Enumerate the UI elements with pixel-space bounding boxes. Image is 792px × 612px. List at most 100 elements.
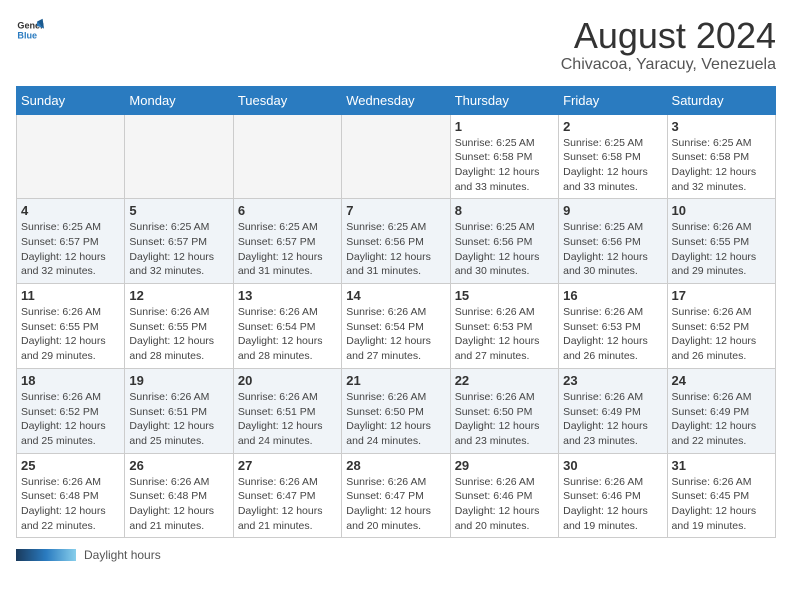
calendar-day-cell: 28 Sunrise: 6:26 AMSunset: 6:47 PMDayligh… xyxy=(342,453,450,538)
day-info: Sunrise: 6:26 AMSunset: 6:48 PMDaylight:… xyxy=(129,475,228,534)
day-number: 22 xyxy=(455,373,554,388)
day-info: Sunrise: 6:25 AMSunset: 6:56 PMDaylight:… xyxy=(563,220,662,279)
svg-text:Blue: Blue xyxy=(17,30,37,40)
day-number: 16 xyxy=(563,288,662,303)
subtitle: Chivacoa, Yaracuy, Venezuela xyxy=(561,56,776,74)
day-info: Sunrise: 6:26 AMSunset: 6:54 PMDaylight:… xyxy=(346,305,445,364)
day-number: 14 xyxy=(346,288,445,303)
calendar-day-cell: 9 Sunrise: 6:25 AMSunset: 6:56 PMDaylight… xyxy=(559,199,667,284)
calendar-day-cell: 12 Sunrise: 6:26 AMSunset: 6:55 PMDayligh… xyxy=(125,284,233,369)
day-number: 7 xyxy=(346,203,445,218)
calendar-day-header: Saturday xyxy=(667,86,775,114)
day-info: Sunrise: 6:26 AMSunset: 6:51 PMDaylight:… xyxy=(238,390,337,449)
calendar-day-cell: 20 Sunrise: 6:26 AMSunset: 6:51 PMDayligh… xyxy=(233,368,341,453)
calendar-day-cell: 21Sunrise: 6:26 AMSunset: 6:50 PMDayligh… xyxy=(342,368,450,453)
day-number: 11 xyxy=(21,288,120,303)
calendar-day-cell xyxy=(125,114,233,199)
day-number: 15 xyxy=(455,288,554,303)
day-info: Sunrise: 6:25 AMSunset: 6:57 PMDaylight:… xyxy=(238,220,337,279)
day-number: 23 xyxy=(563,373,662,388)
calendar-day-header: Wednesday xyxy=(342,86,450,114)
day-info: Sunrise: 6:26 AMSunset: 6:48 PMDaylight:… xyxy=(21,475,120,534)
day-info: Sunrise: 6:26 AMSunset: 6:52 PMDaylight:… xyxy=(672,305,771,364)
calendar-day-cell: 29Sunrise: 6:26 AMSunset: 6:46 PMDayligh… xyxy=(450,453,558,538)
day-number: 17 xyxy=(672,288,771,303)
day-info: Sunrise: 6:26 AMSunset: 6:52 PMDaylight:… xyxy=(21,390,120,449)
daylight-bar xyxy=(16,549,76,561)
day-info: Sunrise: 6:26 AMSunset: 6:51 PMDaylight:… xyxy=(129,390,228,449)
footer: Daylight hours xyxy=(16,548,776,562)
day-info: Sunrise: 6:26 AMSunset: 6:54 PMDaylight:… xyxy=(238,305,337,364)
calendar-day-header: Monday xyxy=(125,86,233,114)
day-number: 9 xyxy=(563,203,662,218)
day-number: 13 xyxy=(238,288,337,303)
day-number: 4 xyxy=(21,203,120,218)
header: General Blue August 2024 Chivacoa, Yarac… xyxy=(16,16,776,74)
calendar-day-cell: 25Sunrise: 6:26 AMSunset: 6:48 PMDayligh… xyxy=(17,453,125,538)
day-info: Sunrise: 6:26 AMSunset: 6:50 PMDaylight:… xyxy=(455,390,554,449)
calendar-day-cell: 4 Sunrise: 6:25 AMSunset: 6:57 PMDaylight… xyxy=(17,199,125,284)
logo: General Blue xyxy=(16,16,44,44)
day-info: Sunrise: 6:26 AMSunset: 6:53 PMDaylight:… xyxy=(455,305,554,364)
calendar-day-header: Friday xyxy=(559,86,667,114)
calendar-day-cell: 22 Sunrise: 6:26 AMSunset: 6:50 PMDayligh… xyxy=(450,368,558,453)
day-info: Sunrise: 6:25 AMSunset: 6:58 PMDaylight:… xyxy=(563,136,662,195)
day-number: 6 xyxy=(238,203,337,218)
calendar-day-cell: 14 Sunrise: 6:26 AMSunset: 6:54 PMDayligh… xyxy=(342,284,450,369)
calendar-week-row: 11 Sunrise: 6:26 AMSunset: 6:55 PMDayligh… xyxy=(17,284,776,369)
day-info: Sunrise: 6:25 AMSunset: 6:56 PMDaylight:… xyxy=(346,220,445,279)
day-info: Sunrise: 6:25 AMSunset: 6:57 PMDaylight:… xyxy=(129,220,228,279)
calendar-day-cell: 17 Sunrise: 6:26 AMSunset: 6:52 PMDayligh… xyxy=(667,284,775,369)
calendar-day-cell: 26Sunrise: 6:26 AMSunset: 6:48 PMDayligh… xyxy=(125,453,233,538)
calendar-day-cell: 13 Sunrise: 6:26 AMSunset: 6:54 PMDayligh… xyxy=(233,284,341,369)
calendar-day-header: Sunday xyxy=(17,86,125,114)
calendar-day-header: Tuesday xyxy=(233,86,341,114)
day-info: Sunrise: 6:26 AMSunset: 6:50 PMDaylight:… xyxy=(346,390,445,449)
day-info: Sunrise: 6:25 AMSunset: 6:58 PMDaylight:… xyxy=(672,136,771,195)
day-number: 27 xyxy=(238,458,337,473)
day-info: Sunrise: 6:25 AMSunset: 6:57 PMDaylight:… xyxy=(21,220,120,279)
calendar-week-row: 4 Sunrise: 6:25 AMSunset: 6:57 PMDaylight… xyxy=(17,199,776,284)
day-info: Sunrise: 6:26 AMSunset: 6:53 PMDaylight:… xyxy=(563,305,662,364)
calendar-day-cell: 6 Sunrise: 6:25 AMSunset: 6:57 PMDaylight… xyxy=(233,199,341,284)
calendar-day-cell: 10 Sunrise: 6:26 AMSunset: 6:55 PMDayligh… xyxy=(667,199,775,284)
calendar-day-cell xyxy=(342,114,450,199)
calendar-week-row: 18 Sunrise: 6:26 AMSunset: 6:52 PMDayligh… xyxy=(17,368,776,453)
day-number: 10 xyxy=(672,203,771,218)
calendar-day-cell: 27 Sunrise: 6:26 AMSunset: 6:47 PMDayligh… xyxy=(233,453,341,538)
calendar-day-cell: 2 Sunrise: 6:25 AMSunset: 6:58 PMDaylight… xyxy=(559,114,667,199)
day-info: Sunrise: 6:26 AMSunset: 6:55 PMDaylight:… xyxy=(21,305,120,364)
calendar-day-cell xyxy=(17,114,125,199)
day-info: Sunrise: 6:26 AMSunset: 6:46 PMDaylight:… xyxy=(563,475,662,534)
calendar-day-cell: 1Sunrise: 6:25 AMSunset: 6:58 PMDaylight… xyxy=(450,114,558,199)
calendar-day-cell: 24Sunrise: 6:26 AMSunset: 6:49 PMDayligh… xyxy=(667,368,775,453)
day-info: Sunrise: 6:25 AMSunset: 6:56 PMDaylight:… xyxy=(455,220,554,279)
calendar-day-cell: 31Sunrise: 6:26 AMSunset: 6:45 PMDayligh… xyxy=(667,453,775,538)
day-info: Sunrise: 6:26 AMSunset: 6:47 PMDaylight:… xyxy=(346,475,445,534)
calendar-day-cell: 3 Sunrise: 6:25 AMSunset: 6:58 PMDaylight… xyxy=(667,114,775,199)
day-info: Sunrise: 6:26 AMSunset: 6:47 PMDaylight:… xyxy=(238,475,337,534)
calendar-day-header: Thursday xyxy=(450,86,558,114)
footer-label: Daylight hours xyxy=(84,548,161,562)
calendar-day-cell: 7 Sunrise: 6:25 AMSunset: 6:56 PMDaylight… xyxy=(342,199,450,284)
day-number: 19 xyxy=(129,373,228,388)
day-number: 30 xyxy=(563,458,662,473)
day-info: Sunrise: 6:26 AMSunset: 6:55 PMDaylight:… xyxy=(129,305,228,364)
day-number: 3 xyxy=(672,119,771,134)
day-info: Sunrise: 6:26 AMSunset: 6:45 PMDaylight:… xyxy=(672,475,771,534)
calendar-day-cell: 16 Sunrise: 6:26 AMSunset: 6:53 PMDayligh… xyxy=(559,284,667,369)
day-number: 12 xyxy=(129,288,228,303)
day-number: 28 xyxy=(346,458,445,473)
day-number: 5 xyxy=(129,203,228,218)
calendar-day-cell: 5 Sunrise: 6:25 AMSunset: 6:57 PMDaylight… xyxy=(125,199,233,284)
day-info: Sunrise: 6:26 AMSunset: 6:55 PMDaylight:… xyxy=(672,220,771,279)
day-number: 2 xyxy=(563,119,662,134)
day-number: 20 xyxy=(238,373,337,388)
day-number: 18 xyxy=(21,373,120,388)
day-number: 29 xyxy=(455,458,554,473)
day-number: 8 xyxy=(455,203,554,218)
calendar-week-row: 1Sunrise: 6:25 AMSunset: 6:58 PMDaylight… xyxy=(17,114,776,199)
calendar-day-cell: 23 Sunrise: 6:26 AMSunset: 6:49 PMDayligh… xyxy=(559,368,667,453)
title-area: August 2024 Chivacoa, Yaracuy, Venezuela xyxy=(561,16,776,74)
day-info: Sunrise: 6:26 AMSunset: 6:49 PMDaylight:… xyxy=(563,390,662,449)
